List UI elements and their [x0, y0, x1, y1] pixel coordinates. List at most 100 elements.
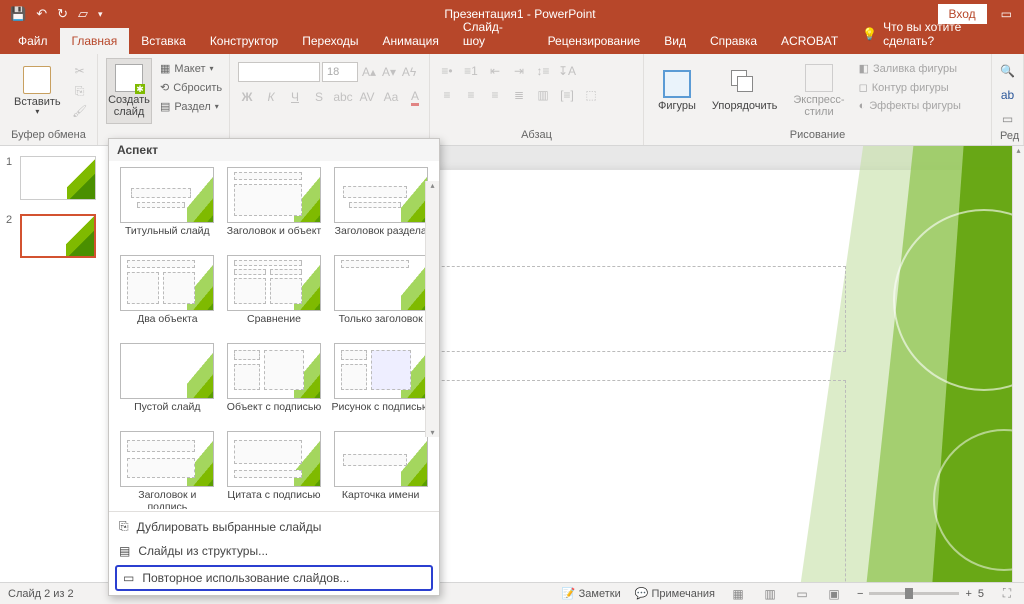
tab-help[interactable]: Справка [698, 28, 769, 54]
clipboard-icon [23, 66, 51, 94]
layout-quote-caption[interactable]: Цитата с подписью [224, 431, 325, 509]
text-direction-icon[interactable]: ↧A [558, 62, 576, 80]
replace-icon[interactable]: ab [999, 86, 1017, 104]
bold-icon[interactable]: Ж [238, 88, 256, 106]
normal-view-icon[interactable]: ▦ [729, 585, 747, 603]
zoom-out-icon[interactable]: − [857, 588, 863, 600]
align-center-icon[interactable]: ≡ [462, 86, 480, 104]
cut-icon[interactable]: ✂ [71, 62, 89, 80]
shapes-button[interactable]: Фигуры [652, 58, 702, 124]
columns-icon[interactable]: ▥ [534, 86, 552, 104]
thumbnail-1[interactable]: 1 [6, 156, 103, 200]
underline-icon[interactable]: Ч [286, 88, 304, 106]
layout-two-content[interactable]: Два объекта [117, 255, 218, 339]
slides-from-outline-cmd[interactable]: ▤Слайды из структуры... [109, 539, 439, 563]
align-text-icon[interactable]: [≡] [558, 86, 576, 104]
start-slideshow-icon[interactable]: ▱ [78, 6, 88, 22]
layout-title-content[interactable]: Заголовок и объект [224, 167, 325, 251]
tab-review[interactable]: Рецензирование [536, 28, 653, 54]
section-icon: ▤ [160, 100, 170, 113]
layout-button[interactable]: ▦Макет▾ [156, 60, 226, 77]
shape-fill-button[interactable]: ◧Заливка фигуры [855, 60, 965, 77]
tab-view[interactable]: Вид [652, 28, 698, 54]
layout-title-only[interactable]: Только заголовок [330, 255, 431, 339]
layout-section-header[interactable]: Заголовок раздела [330, 167, 431, 251]
indent-inc-icon[interactable]: ⇥ [510, 62, 528, 80]
zoom-control[interactable]: − + 5 [857, 588, 984, 600]
tab-animations[interactable]: Анимация [371, 28, 451, 54]
zoom-value[interactable]: 5 [978, 588, 984, 600]
qat-more-icon[interactable]: ▾ [98, 9, 103, 20]
shadow-icon[interactable]: S [310, 88, 328, 106]
section-button[interactable]: ▤Раздел▾ [156, 98, 226, 115]
align-left-icon[interactable]: ≡ [438, 86, 456, 104]
arrange-icon [731, 70, 759, 98]
quick-styles-button[interactable]: Экспресс- стили [787, 58, 850, 124]
vertical-scrollbar[interactable]: ▴ [1012, 146, 1024, 582]
font-color-icon[interactable]: A [406, 88, 424, 106]
zoom-in-icon[interactable]: + [965, 588, 971, 600]
select-icon[interactable]: ▭ [999, 110, 1017, 128]
spacing-icon[interactable]: AV [358, 88, 376, 106]
outline-label: Контур фигуры [872, 82, 949, 94]
thumb-number: 2 [6, 214, 16, 258]
layout-blank[interactable]: Пустой слайд [117, 343, 218, 427]
slideshow-view-icon[interactable]: ▣ [825, 585, 843, 603]
font-size-input[interactable] [322, 62, 358, 82]
sorter-view-icon[interactable]: ▥ [761, 585, 779, 603]
tab-insert[interactable]: Вставка [129, 28, 198, 54]
bullets-icon[interactable]: ≡• [438, 62, 456, 80]
zoom-slider[interactable] [869, 592, 959, 595]
layout-picture-caption[interactable]: Рисунок с подписью [330, 343, 431, 427]
layout-title-slide[interactable]: Титульный слайд [117, 167, 218, 251]
increase-font-icon[interactable]: A▴ [360, 63, 378, 81]
save-icon[interactable]: 💾 [10, 6, 26, 22]
reuse-slides-cmd[interactable]: ▭Повторное использование слайдов... [115, 565, 433, 591]
shapes-icon [663, 70, 691, 98]
shape-effects-button[interactable]: ◐Эффекты фигуры [855, 98, 965, 114]
new-slide-button[interactable]: ✱ Создать слайд [106, 58, 152, 124]
clear-format-icon[interactable]: Aϟ [400, 63, 418, 81]
undo-icon[interactable]: ↶ [36, 6, 47, 22]
align-right-icon[interactable]: ≡ [486, 86, 504, 104]
layout-comparison[interactable]: Сравнение [224, 255, 325, 339]
find-icon[interactable]: 🔍 [999, 62, 1017, 80]
comments-button[interactable]: 💬 Примечания [635, 587, 715, 600]
tab-acrobat[interactable]: ACROBAT [769, 28, 850, 54]
notes-button[interactable]: 📝 Заметки [562, 587, 621, 600]
redo-icon[interactable]: ↻ [57, 6, 68, 22]
reset-button[interactable]: ⟲Сбросить [156, 79, 226, 96]
fit-window-icon[interactable]: ⛶ [998, 585, 1016, 603]
layout-icon: ▦ [160, 62, 170, 75]
font-family-input[interactable] [238, 62, 320, 82]
duplicate-slides-cmd[interactable]: ⎘Дублировать выбранные слайды [109, 514, 439, 539]
indent-dec-icon[interactable]: ⇤ [486, 62, 504, 80]
layout-name-card[interactable]: Карточка имени [330, 431, 431, 509]
layout-content-caption[interactable]: Объект с подписью [224, 343, 325, 427]
shape-outline-button[interactable]: ◻Контур фигуры [855, 79, 965, 96]
tab-slideshow[interactable]: Слайд-шоу [451, 14, 536, 54]
thumb-number: 1 [6, 156, 16, 200]
layout-scrollbar[interactable]: ▴▾ [425, 181, 439, 437]
strike-icon[interactable]: abc [334, 88, 352, 106]
paste-button[interactable]: Вставить ▾ [8, 58, 67, 124]
tell-me[interactable]: 💡Что вы хотите сделать? [850, 14, 1024, 54]
line-spacing-icon[interactable]: ↕≡ [534, 62, 552, 80]
layout-title-caption[interactable]: Заголовок и подпись [117, 431, 218, 509]
format-painter-icon[interactable]: 🖌 [71, 102, 89, 120]
tab-file[interactable]: Файл [6, 28, 60, 54]
smartart-icon[interactable]: ⬚ [582, 86, 600, 104]
copy-icon[interactable]: ⎘ [71, 82, 89, 100]
tab-home[interactable]: Главная [60, 28, 130, 54]
italic-icon[interactable]: К [262, 88, 280, 106]
numbering-icon[interactable]: ≡1 [462, 62, 480, 80]
thumbnail-2[interactable]: 2 [6, 214, 103, 258]
tab-design[interactable]: Конструктор [198, 28, 290, 54]
reading-view-icon[interactable]: ▭ [793, 585, 811, 603]
arrange-button[interactable]: Упорядочить [706, 58, 783, 124]
slide-indicator[interactable]: Слайд 2 из 2 [8, 588, 74, 600]
tab-transitions[interactable]: Переходы [290, 28, 370, 54]
case-icon[interactable]: Aa [382, 88, 400, 106]
decrease-font-icon[interactable]: A▾ [380, 63, 398, 81]
justify-icon[interactable]: ≣ [510, 86, 528, 104]
